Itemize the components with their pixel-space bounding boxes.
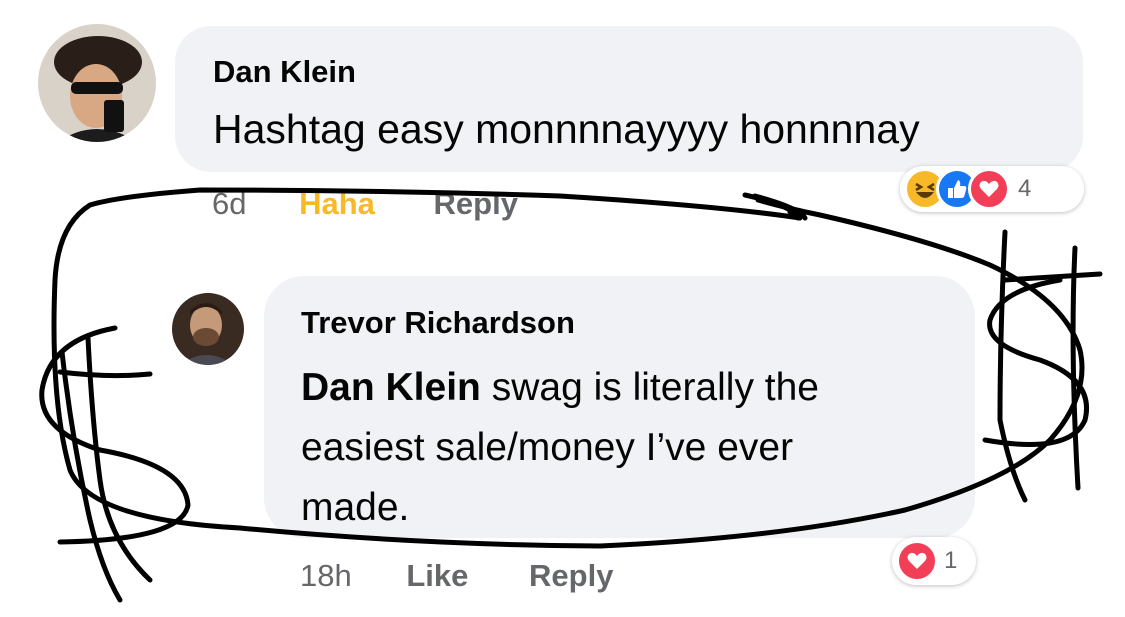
reply-reaction-summary[interactable]: 1 [892,537,976,585]
reply-author[interactable]: Trevor Richardson [301,305,575,341]
avatar-photo [38,24,156,142]
reply-text-line1: swag is literally the [480,366,820,409]
reply-reaction-count: 1 [944,547,958,574]
like-button[interactable]: Like [406,558,468,594]
comment-timestamp[interactable]: 6d [212,186,246,222]
love-icon [968,168,1010,210]
reaction-summary[interactable]: 4 [900,166,1084,212]
reply-timestamp[interactable]: 18h [300,558,352,594]
comment-text: Hashtag easy monnnnayyyy honnnnay [213,106,920,152]
dollar-sign-right [982,229,1103,503]
reply-text-line3: made. [301,486,410,529]
reply-button[interactable]: Reply [434,186,518,222]
avatar-dan-klein[interactable] [38,24,156,142]
reply-text: Dan Klein swag is literally the easiest … [301,358,819,538]
comment-bubble: Dan Klein Hashtag easy monnnnayyyy honnn… [175,26,1083,172]
dollar-sign-left [39,325,191,603]
reply-actions: 18h Like Reply [300,558,613,594]
comment-author[interactable]: Dan Klein [213,54,356,90]
avatar-photo [172,293,244,365]
mention-dan-klein[interactable]: Dan Klein [301,366,481,409]
haha-reaction-button[interactable]: Haha [299,186,375,222]
reply-text-line2: easiest sale/money I’ve ever [301,426,794,469]
comment-actions: 6d Haha Reply [212,186,518,222]
reaction-count: 4 [1018,175,1032,202]
love-icon [896,540,938,582]
reply-button[interactable]: Reply [529,558,613,594]
reply-bubble: Trevor Richardson Dan Klein swag is lite… [264,276,975,538]
avatar-trevor-richardson[interactable] [172,293,244,365]
